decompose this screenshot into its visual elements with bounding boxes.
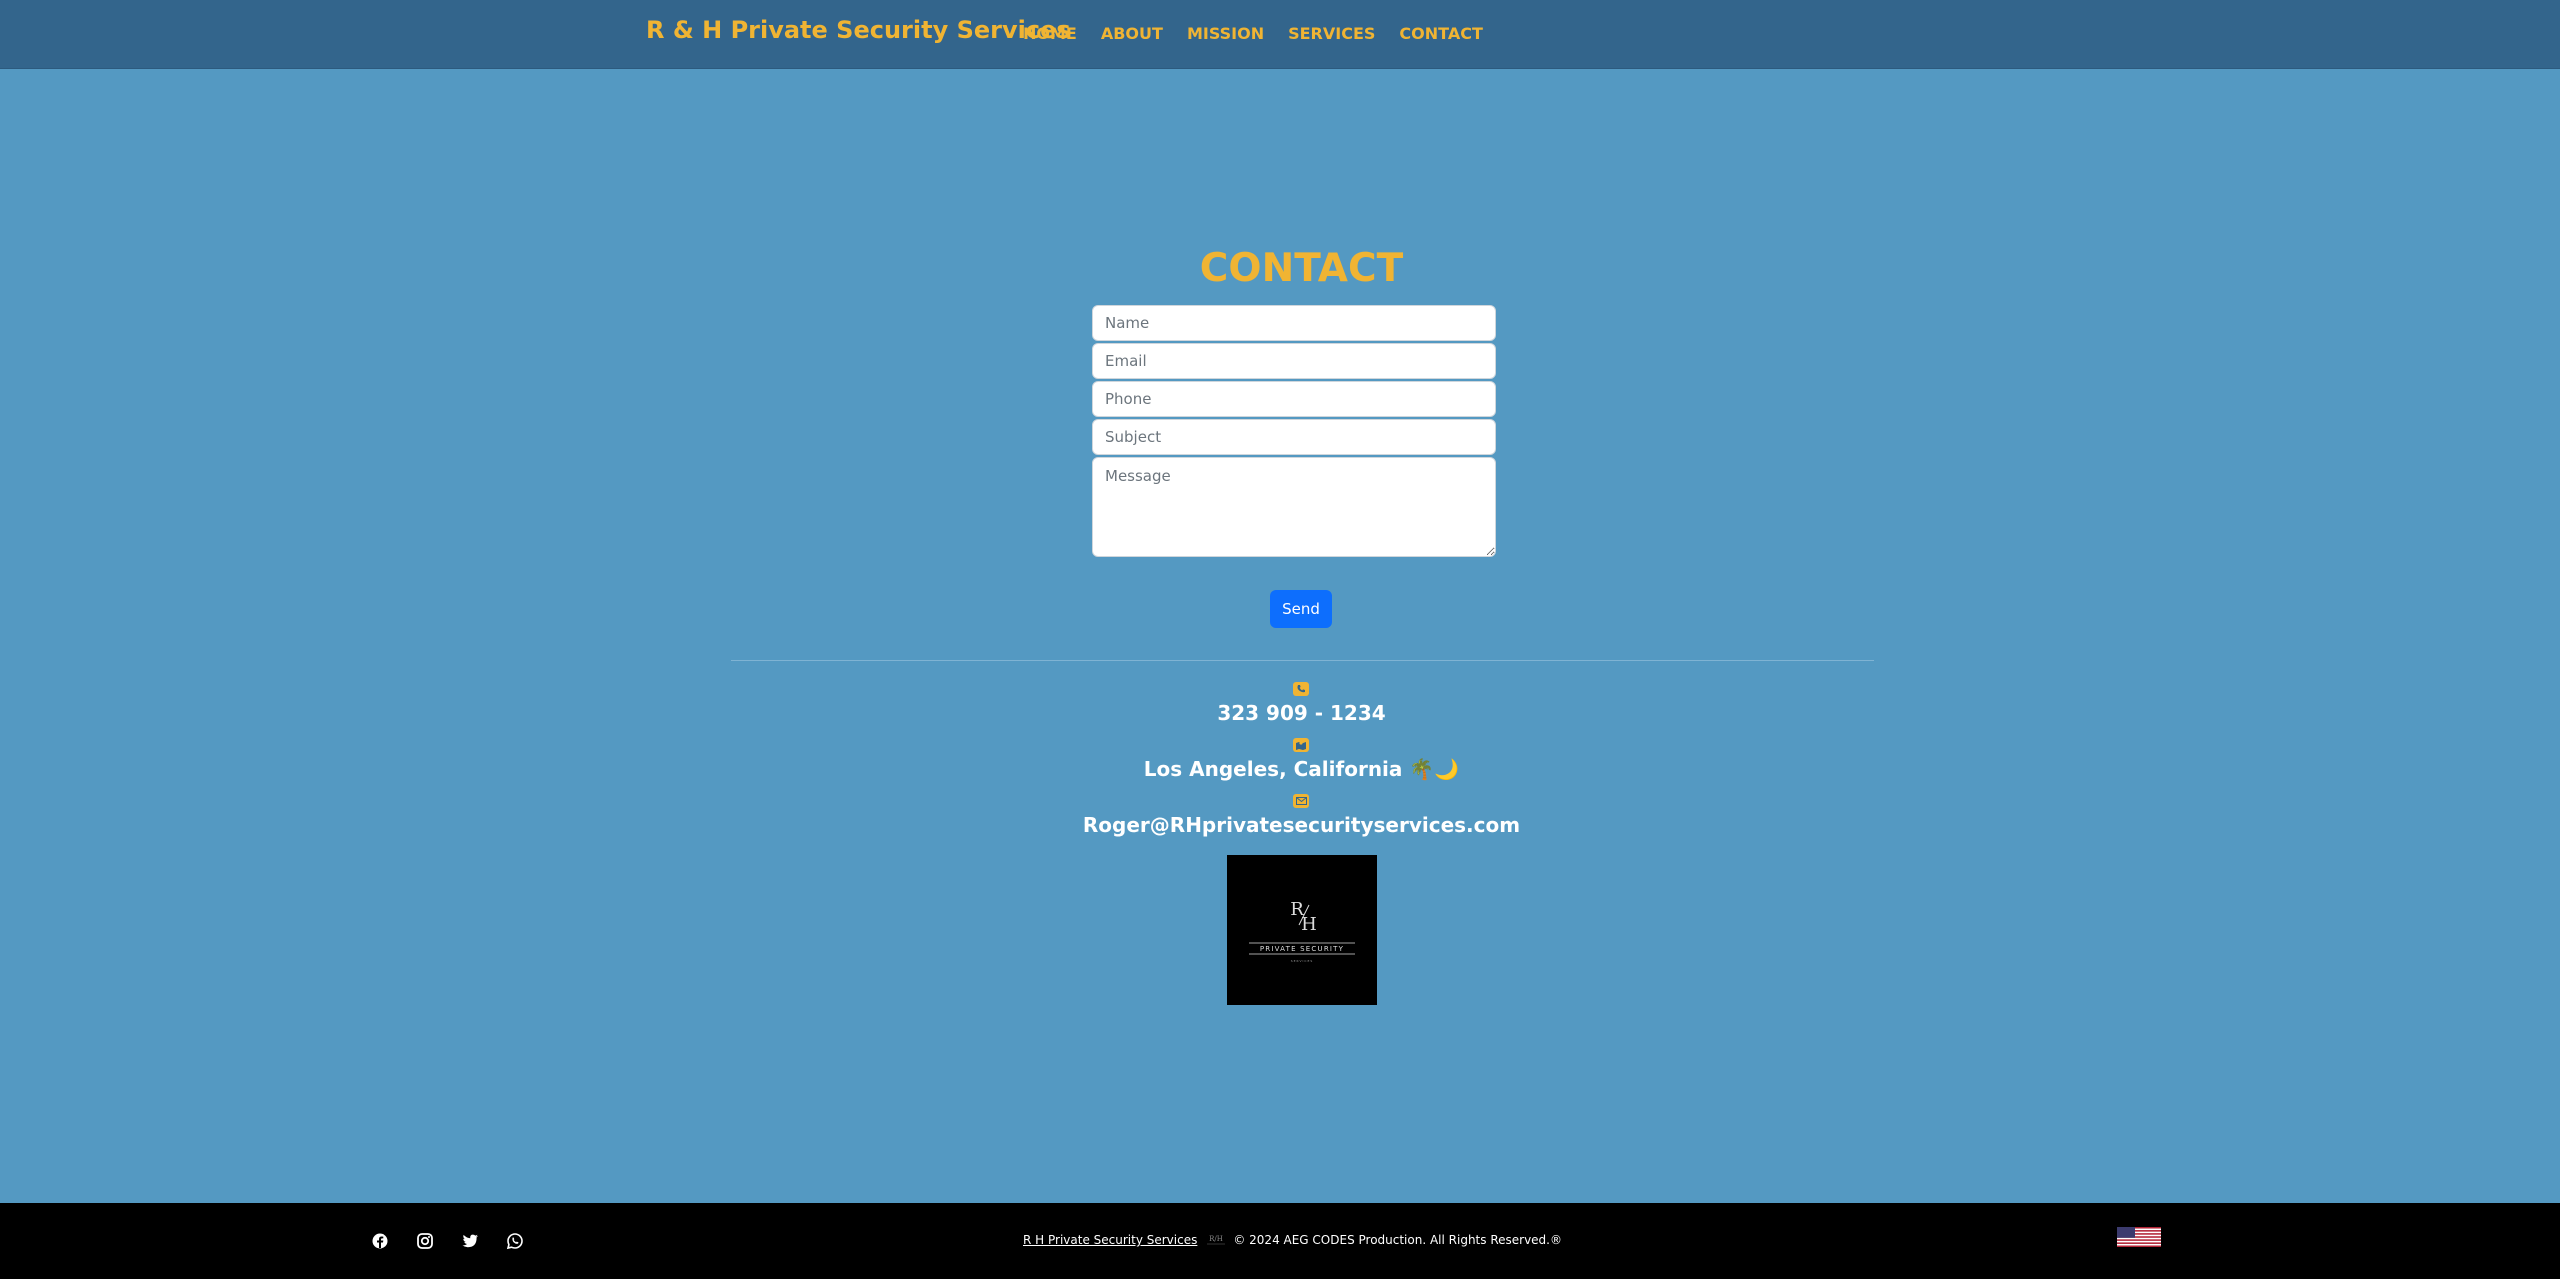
svg-text:PRIVATE SECURITY: PRIVATE SECURITY — [1260, 945, 1344, 953]
nav-about[interactable]: ABOUT — [1101, 24, 1163, 43]
navbar: R & H Private Security Services HOME ABO… — [0, 0, 2560, 69]
footer-company-link[interactable]: R H Private Security Services — [1023, 1233, 1197, 1247]
us-flag-icon[interactable] — [2117, 1227, 2161, 1247]
mini-logo-icon: R/H — [1205, 1233, 1227, 1247]
footer-copyright: © 2024 AEG CODES Production. All Rights … — [1233, 1233, 1562, 1247]
whatsapp-icon[interactable] — [506, 1232, 524, 1250]
nav-mission[interactable]: MISSION — [1187, 24, 1264, 43]
email-field[interactable] — [1092, 343, 1496, 379]
facebook-icon[interactable] — [371, 1232, 389, 1250]
nav-services[interactable]: SERVICES — [1288, 24, 1375, 43]
nav-links: HOME ABOUT MISSION SERVICES CONTACT — [1023, 24, 1507, 43]
subject-field[interactable] — [1092, 419, 1496, 455]
instagram-icon[interactable] — [416, 1232, 434, 1250]
nav-contact[interactable]: CONTACT — [1399, 24, 1482, 43]
divider — [731, 660, 1874, 661]
svg-text:R/H: R/H — [1209, 1235, 1223, 1243]
name-field[interactable] — [1092, 305, 1496, 341]
svg-text:SERVICES: SERVICES — [1291, 959, 1314, 963]
nav-home[interactable]: HOME — [1023, 24, 1077, 43]
email-text: Roger@RHprivatesecurityservices.com — [1082, 813, 1521, 837]
contact-title: CONTACT — [1199, 246, 1404, 291]
location-text: Los Angeles, California 🌴🌙 — [1143, 757, 1460, 781]
phone-field[interactable] — [1092, 381, 1496, 417]
company-logo: R H PRIVATE SECURITY SERVICES — [1227, 855, 1377, 1005]
envelope-icon — [1293, 794, 1309, 808]
twitter-icon[interactable] — [461, 1232, 479, 1250]
send-button[interactable]: Send — [1270, 590, 1332, 628]
phone-number: 323 909 - 1234 — [1217, 701, 1386, 725]
map-icon — [1293, 738, 1309, 752]
phone-icon — [1293, 682, 1309, 696]
footer-copyright-bar: R H Private Security Services R/H © 2024… — [1023, 1233, 1562, 1247]
message-field[interactable] — [1092, 457, 1496, 557]
brand-link[interactable]: R & H Private Security Services — [646, 16, 1071, 44]
svg-text:H: H — [1301, 914, 1317, 935]
contact-form — [1092, 305, 1496, 559]
